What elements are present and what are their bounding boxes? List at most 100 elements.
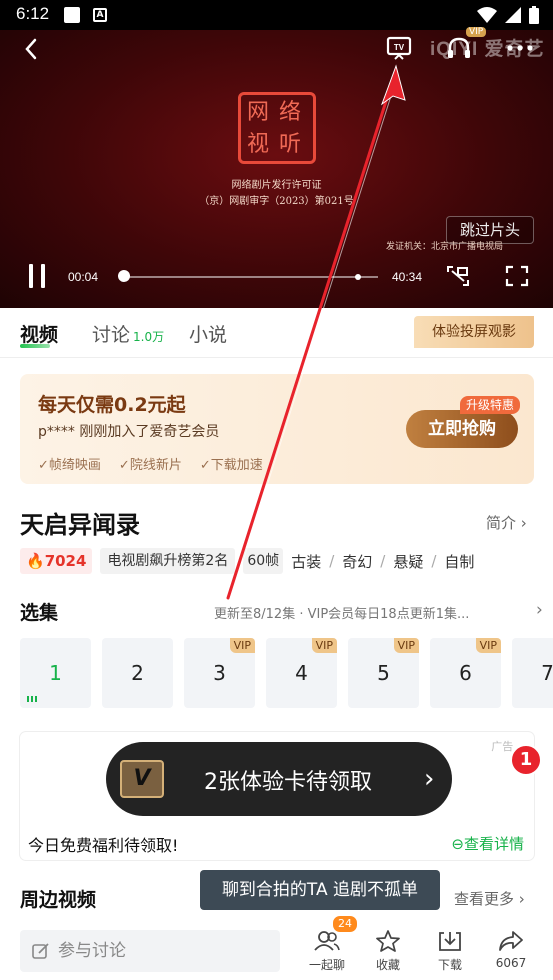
ad-card[interactable]: 广告 ⌄ V 2张体验卡待领取 › 1 今日免费福利待领取! ⊖查看详情 [20, 732, 542, 860]
divider: / [431, 552, 437, 570]
episode-item[interactable]: 4 VIP [266, 638, 337, 708]
rank-badge[interactable]: 电视剧飙升榜第2名 [100, 548, 236, 574]
chat-count-badge: 24 [332, 915, 358, 933]
episode-item[interactable]: 5 VIP [348, 638, 419, 708]
episode-number: 7 [541, 661, 553, 685]
ad-description: 今日免费福利待领取! [28, 836, 179, 855]
license-title: 网络剧片发行许可证 [231, 180, 322, 191]
vip-benefit: 院线新片 [119, 454, 182, 473]
upgrade-badge: 升级特惠 [460, 396, 521, 414]
current-time: 00:04 [68, 270, 99, 284]
bottom-bar: 参与讨论 一起聊 24 收藏 下载 6067 [0, 915, 553, 980]
tab-label: 小说 [189, 324, 228, 346]
episode-item[interactable]: 1 [20, 638, 91, 708]
download-button[interactable]: 下载 [425, 930, 475, 973]
episodes-title: 选集 [20, 602, 59, 624]
chevron-right-icon: › [520, 514, 527, 532]
divider: / [380, 552, 386, 570]
total-time: 40:34 [392, 270, 423, 284]
vip-episode-badge: VIP [229, 638, 255, 653]
tab-discussion[interactable]: 讨论 1.0万 [92, 320, 164, 347]
download-icon [439, 932, 461, 951]
ad-banner[interactable]: V 2张体验卡待领取 › 1 [106, 742, 542, 816]
comment-placeholder: 参与讨论 [58, 941, 126, 961]
share-count: 6067 [495, 956, 527, 970]
headphones-icon[interactable] [446, 36, 472, 60]
heat-badge[interactable]: 🔥7024 [20, 548, 93, 574]
video-player[interactable]: TV iQIYI 爱奇艺 VIP 网络 视听 网络剧片发行许可证 （京）网剧审字… [0, 27, 553, 308]
chapter-marker [355, 274, 361, 280]
heat-value: 7024 [44, 552, 87, 570]
episodes-update-link[interactable]: 更新至8/12集 · VIP会员每日18点更新1集... [214, 603, 530, 622]
vip-tag: VIP [466, 27, 487, 37]
chat-tooltip: 聊到合拍的TA 追剧不孤单 [200, 870, 440, 910]
seal-char: 听 [279, 132, 302, 157]
vip-episode-badge: VIP [311, 638, 337, 653]
seal-char: 网 [247, 100, 270, 125]
show-tags: 🔥7024 电视剧飙升榜第2名 60帧 古装 / 奇幻 / 悬疑 / 自制 [20, 548, 474, 574]
battery-icon [529, 6, 539, 24]
episode-item[interactable]: 2 [102, 638, 173, 708]
genre-tag: 悬疑 [393, 552, 424, 571]
chevron-right-icon: › [518, 890, 525, 908]
episode-number: 5 [377, 661, 390, 685]
back-icon[interactable] [20, 34, 42, 64]
buy-now-button[interactable]: 立即抢购 [406, 410, 518, 448]
favorite-button[interactable]: 收藏 [363, 930, 413, 973]
vip-episode-badge: VIP [475, 638, 501, 653]
episode-number: 3 [213, 661, 226, 685]
tab-video[interactable]: 视频 [20, 320, 58, 347]
genre-tag: 古装 [291, 552, 322, 571]
share-button[interactable]: 6067 [486, 930, 536, 970]
status-bar: 6:12 A [0, 0, 553, 30]
vip-benefit: 下载加速 [200, 454, 263, 473]
license-issuer: 发证机关：北京市广播电视局 [386, 242, 504, 252]
seal-char: 视 [247, 132, 270, 157]
star-icon [376, 930, 400, 952]
vip-benefit: 帧绮映画 [38, 454, 101, 473]
tab-novel[interactable]: 小说 [189, 320, 227, 347]
people-icon [314, 931, 340, 951]
vip-promo-card[interactable]: 每天仅需0.2元起 p**** 刚刚加入了爱奇艺会员 帧绮映画 院线新片 下载加… [20, 374, 534, 484]
episode-number: 4 [295, 661, 308, 685]
flame-icon: 🔥 [26, 552, 45, 570]
vip-card-icon: V [120, 760, 164, 798]
player-top-bar: TV iQIYI 爱奇艺 VIP [0, 27, 553, 70]
progress-thumb[interactable] [117, 270, 130, 282]
ad-detail-link[interactable]: ⊖查看详情 [451, 833, 524, 854]
share-icon [499, 931, 523, 951]
tv-cast-icon[interactable]: TV [386, 36, 412, 60]
clock: 6:12 [16, 4, 50, 23]
divider: / [329, 552, 335, 570]
intro-label: 简介 [486, 514, 517, 532]
episode-item[interactable]: 3 VIP [184, 638, 255, 708]
content-tabs: 视频 讨论 1.0万 小说 体验投屏观影 [0, 308, 553, 358]
player-controls: 00:04 40:34 [0, 256, 553, 296]
rotate-screen-icon[interactable] [446, 265, 470, 287]
chevron-right-icon: › [424, 764, 435, 794]
ad-label-text: 广告 [491, 740, 514, 753]
episode-list: 123VIP4VIP5VIP6VIP7VIP [20, 638, 553, 708]
see-more-link[interactable]: 查看更多 › [454, 888, 525, 909]
notification-icon [64, 7, 80, 23]
genre-tag: 自制 [444, 552, 475, 571]
vip-join-notice: p**** 刚刚加入了爱奇艺会员 [38, 424, 220, 440]
pause-icon[interactable] [26, 264, 48, 288]
comment-input[interactable]: 参与讨论 [20, 930, 280, 972]
intro-link[interactable]: 简介 › [486, 512, 527, 533]
chat-together-button[interactable]: 一起聊 [302, 930, 352, 973]
more-icon[interactable] [507, 45, 533, 51]
wifi-icon [477, 7, 497, 23]
tab-label: 讨论 [92, 324, 131, 346]
status-icons [477, 6, 539, 24]
fullscreen-icon[interactable] [505, 265, 529, 287]
vip-episode-badge: VIP [393, 638, 419, 653]
arrow-circle-icon: ⊖ [451, 835, 464, 853]
episode-item[interactable]: 7VIP [512, 638, 553, 708]
tab-label: 视频 [20, 324, 59, 346]
cast-promo-button[interactable]: 体验投屏观影 [414, 316, 534, 348]
ad-banner-text: 2张体验卡待领取 [204, 770, 372, 795]
license-number: （京）网剧审字（2023）第021号 [199, 196, 354, 207]
episode-item[interactable]: 6 VIP [430, 638, 501, 708]
progress-track[interactable] [120, 276, 378, 278]
